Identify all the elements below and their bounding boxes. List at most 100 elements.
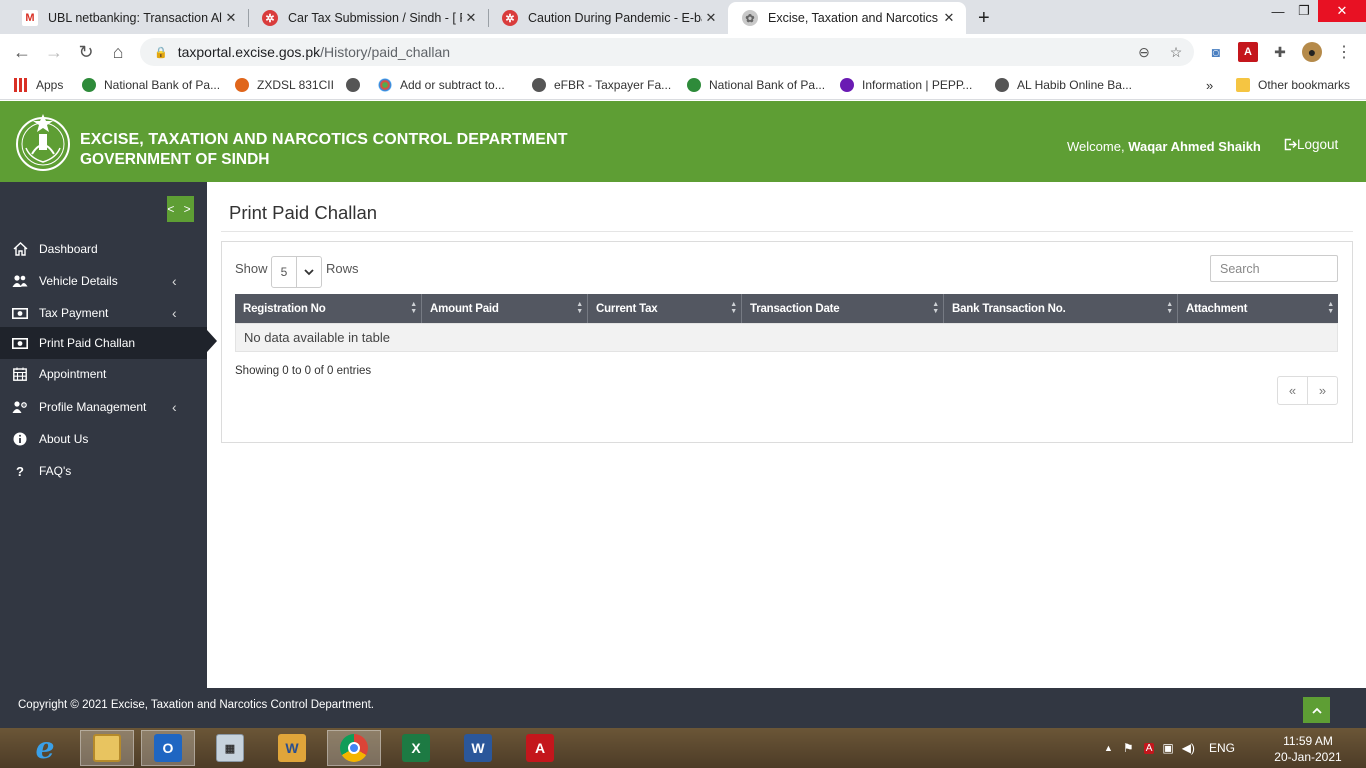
bookmark-apps[interactable]: Apps (14, 76, 63, 94)
bookmark-zxdsl[interactable]: ZXDSL 831CII (235, 76, 334, 94)
next-page-button[interactable]: » (1308, 377, 1337, 404)
bookmark-al-habib[interactable]: AL Habib Online Ba... (995, 76, 1132, 94)
globe-icon (995, 78, 1009, 92)
nbp-icon (82, 78, 96, 92)
camera-extension-icon[interactable]: ◙ (1206, 42, 1226, 62)
rows-per-page-value: 5 (272, 257, 297, 287)
extensions-icon[interactable]: ✚ (1270, 42, 1290, 62)
bookmark-label: National Bank of Pa... (104, 78, 221, 92)
tab-title: Caution During Pandemic - E-bar (528, 11, 702, 25)
bookmark-nbp[interactable]: National Bank of Pa... (82, 76, 220, 94)
url-path: /History/paid_challan (320, 44, 451, 60)
sidebar-item-vehicle-details[interactable]: Vehicle Details ‹ (0, 265, 207, 297)
table-info: Showing 0 to 0 of 0 entries (235, 365, 372, 377)
volume-icon[interactable]: ◀) (1182, 741, 1195, 755)
sidebar-item-appointment[interactable]: Appointment (0, 358, 207, 390)
sidebar-item-print-paid-challan[interactable]: Print Paid Challan (0, 327, 207, 359)
address-bar[interactable]: 🔒 taxportal.excise.gos.pk/History/paid_c… (140, 38, 1194, 66)
bookmarks-overflow-button[interactable]: » (1206, 76, 1213, 94)
internet-explorer-icon[interactable]: e (18, 730, 72, 766)
lock-icon: 🔒 (154, 46, 168, 59)
sidebar-item-profile-management[interactable]: Profile Management ‹ (0, 391, 207, 423)
close-tab-icon[interactable]: ✕ (462, 10, 480, 26)
globe-icon (346, 78, 360, 92)
scroll-to-top-button[interactable] (1303, 697, 1330, 723)
previous-page-button[interactable]: « (1278, 377, 1308, 404)
bookmark-label: Apps (36, 78, 64, 92)
close-window-icon[interactable]: ✕ (1318, 0, 1366, 22)
column-bank-transaction-no[interactable]: Bank Transaction No. ▲ ▼ (944, 294, 1178, 323)
browser-tab-excise[interactable]: ✿ Excise, Taxation and Narcotics Co ✕ (728, 2, 966, 34)
reload-icon[interactable]: ↻ (72, 34, 100, 70)
action-center-flag-icon[interactable]: ⚑ (1123, 741, 1134, 755)
pdf-extension-icon[interactable]: A (1238, 42, 1258, 62)
sidebar-item-faqs[interactable]: ? FAQ's (0, 455, 207, 487)
clock-date: 20-Jan-2021 (1274, 750, 1342, 764)
star-icon[interactable]: ☆ (1166, 42, 1186, 62)
language-indicator[interactable]: ENG (1209, 741, 1235, 755)
sidebar-toggle-button[interactable]: < > (167, 196, 194, 222)
rows-per-page-select[interactable]: 5 (271, 256, 322, 288)
menu-icon[interactable]: ⋮ (1334, 42, 1354, 62)
globe-icon (532, 78, 546, 92)
profile-avatar[interactable]: ● (1302, 42, 1322, 62)
browser-tab-car-tax[interactable]: ✲ Car Tax Submission / Sindh - [ Fi ✕ (248, 2, 488, 34)
calculator-icon[interactable]: ▦ (203, 730, 257, 766)
welcome-message: Welcome, Waqar Ahmed Shaikh (1067, 139, 1261, 154)
excel-icon[interactable]: X (389, 730, 443, 766)
sidebar-item-dashboard[interactable]: Dashboard (0, 233, 207, 265)
rows-label: Rows (326, 261, 359, 276)
browser-tab-strip: M UBL netbanking: Transaction Aler ✕ ✲ C… (0, 0, 1366, 34)
column-current-tax[interactable]: Current Tax ▲ ▼ (588, 294, 742, 323)
new-tab-button[interactable]: + (972, 2, 1004, 34)
show-label: Show (235, 261, 268, 276)
timeanddate-icon (378, 78, 392, 92)
back-icon[interactable]: ← (8, 34, 36, 70)
calendar-icon (12, 367, 28, 381)
column-header-label: Bank Transaction No. (952, 302, 1066, 315)
zoom-icon[interactable]: ⊖ (1134, 42, 1154, 62)
show-hidden-icons-icon[interactable]: ▲ (1104, 743, 1113, 753)
bookmark-nbp-2[interactable]: National Bank of Pa... (687, 76, 825, 94)
sindh-government-logo-icon (16, 114, 70, 171)
acrobat-icon[interactable]: A (513, 730, 567, 766)
file-explorer-icon[interactable] (80, 730, 134, 766)
column-amount-paid[interactable]: Amount Paid ▲ ▼ (422, 294, 588, 323)
acrobat-tray-icon[interactable]: A (1143, 742, 1155, 754)
chrome-icon[interactable] (327, 730, 381, 766)
close-tab-icon[interactable]: ✕ (222, 10, 240, 26)
home-icon[interactable]: ⌂ (104, 34, 132, 70)
sidebar-item-about-us[interactable]: About Us (0, 423, 207, 455)
taskbar-clock[interactable]: 11:59 AM 20-Jan-2021 (1266, 733, 1350, 765)
browser-tab-ubl[interactable]: M UBL netbanking: Transaction Aler ✕ (8, 2, 248, 34)
sort-icon: ▲ ▼ (730, 301, 737, 315)
network-icon[interactable]: ▣ (1162, 741, 1173, 755)
bookmark-efbr[interactable]: eFBR - Taxpayer Fa... (532, 76, 671, 94)
word-icon[interactable]: W (451, 730, 505, 766)
sort-icon: ▲ ▼ (410, 301, 417, 315)
bookmark-pepp[interactable]: Information | PEPP... (840, 76, 972, 94)
bookmark-globe[interactable] (346, 76, 368, 94)
bookmark-label: Add or subtract to... (400, 78, 505, 92)
welcome-prefix: Welcome, (1067, 139, 1125, 154)
browser-tab-caution[interactable]: ✲ Caution During Pandemic - E-bar ✕ (488, 2, 728, 34)
forward-icon[interactable]: → (40, 34, 68, 70)
other-bookmarks[interactable]: Other bookmarks (1236, 76, 1350, 94)
column-header-label: Amount Paid (430, 302, 499, 315)
question-icon: ? (16, 463, 24, 479)
bookmark-label: National Bank of Pa... (709, 78, 826, 92)
logout-label: Logout (1297, 137, 1339, 152)
sidebar-item-tax-payment[interactable]: Tax Payment ‹ (0, 297, 207, 329)
column-registration-no[interactable]: Registration No ▲ ▼ (235, 294, 422, 323)
tab-title: UBL netbanking: Transaction Aler (48, 11, 222, 25)
bookmark-add-subtract[interactable]: Add or subtract to... (378, 76, 505, 94)
close-tab-icon[interactable]: ✕ (940, 10, 958, 26)
outlook-icon[interactable]: O (141, 730, 195, 766)
logout-link[interactable]: Logout (1284, 137, 1338, 152)
word-pad-icon[interactable]: W (265, 730, 319, 766)
close-tab-icon[interactable]: ✕ (702, 10, 720, 26)
search-input[interactable]: Search (1210, 255, 1338, 282)
url-host: taxportal.excise.gos.pk (177, 44, 321, 60)
column-attachment[interactable]: Attachment ▲ ▼ (1178, 294, 1338, 323)
column-transaction-date[interactable]: Transaction Date ▲ ▼ (742, 294, 944, 323)
